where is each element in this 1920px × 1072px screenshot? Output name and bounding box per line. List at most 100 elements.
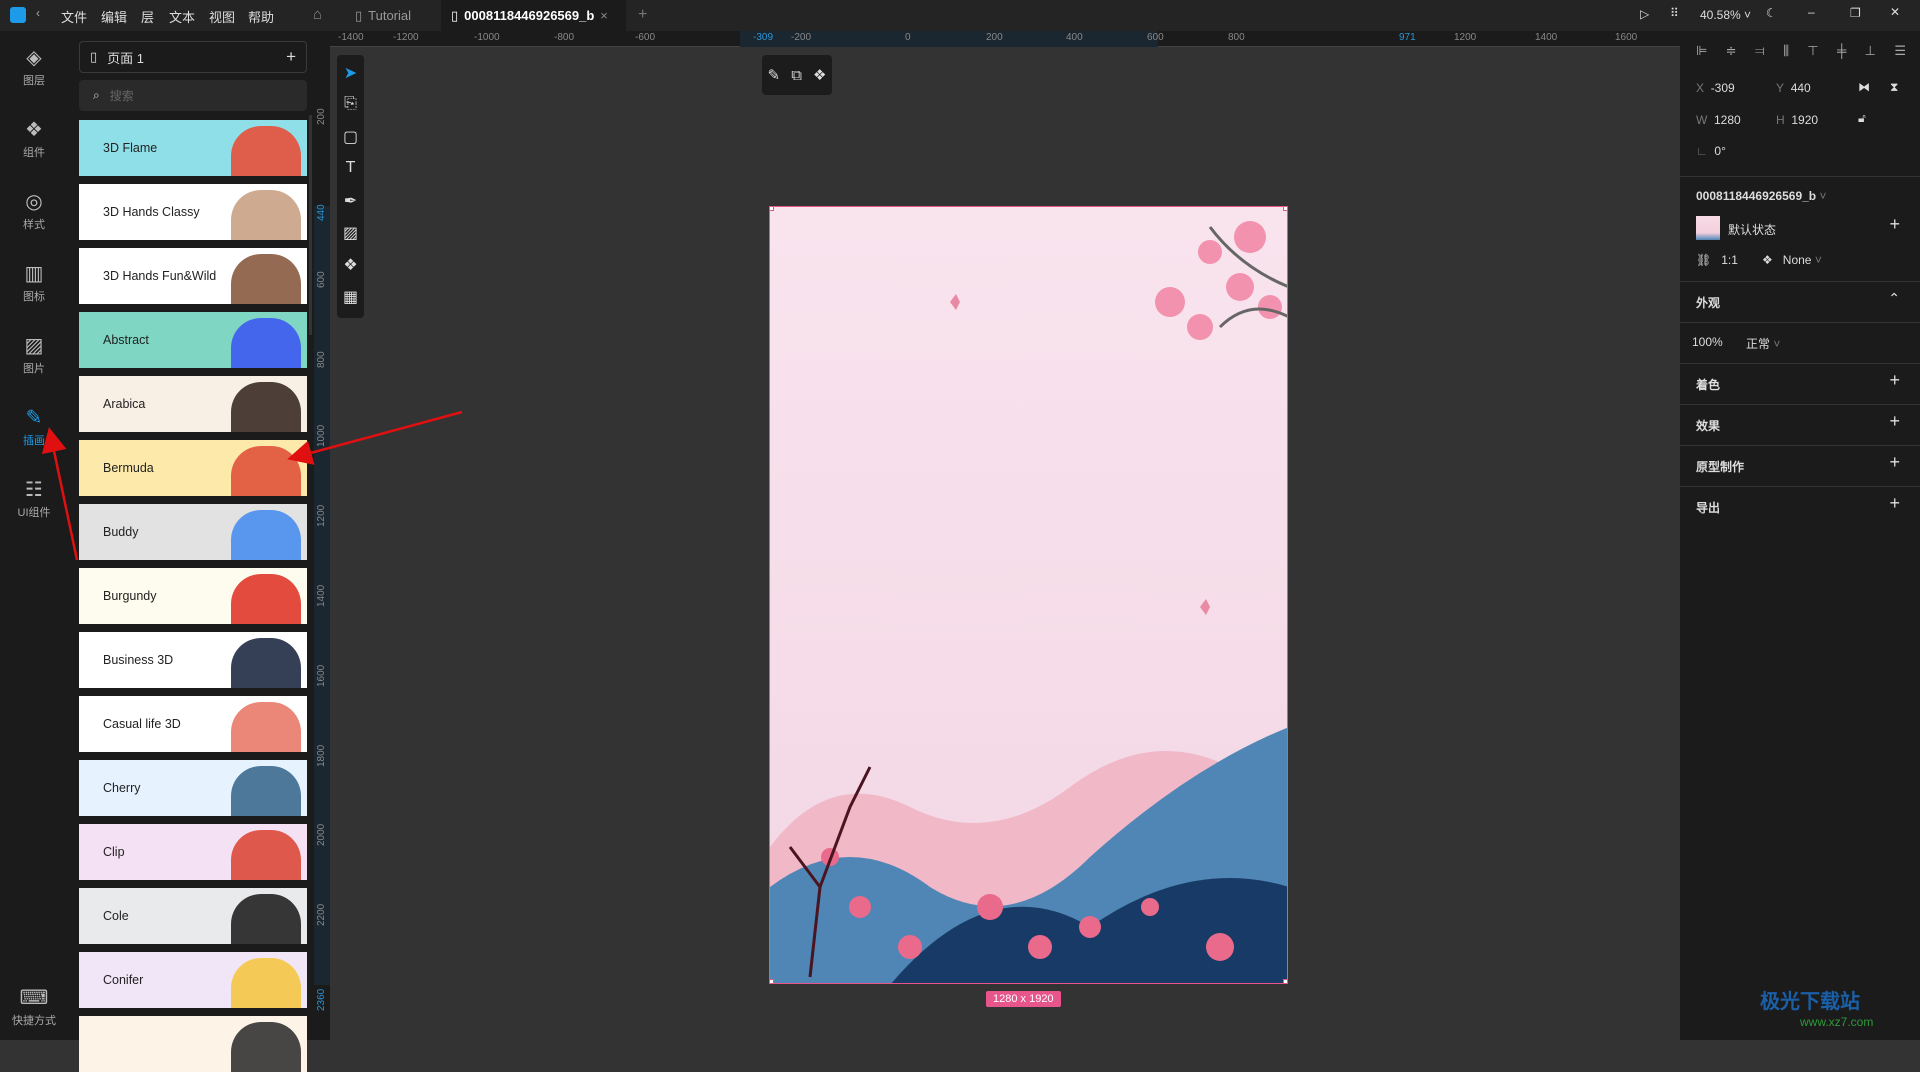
nav-styles[interactable]: ◎ 样式 [0, 189, 68, 232]
vertical-ruler: 200 440 600 800 1000 1200 1400 1600 1800 2000 2200… [314, 31, 330, 1040]
nav-illustration[interactable]: ✎ 插画 [0, 405, 68, 448]
minimize-button[interactable]: – [1808, 5, 1815, 19]
theme-moon-icon[interactable]: ☾ [1766, 6, 1777, 20]
library-card[interactable]: Conifer [79, 952, 307, 1008]
flip-vertical-icon[interactable]: ⧗ [1890, 80, 1898, 95]
distribute-v-icon[interactable]: ☰ [1894, 43, 1906, 59]
height-field[interactable]: 1920 [1791, 113, 1818, 127]
width-field[interactable]: 1280 [1714, 113, 1741, 127]
resize-handle[interactable] [770, 979, 774, 983]
fill-section: 着色 [1696, 378, 1721, 392]
rotation-field[interactable]: 0° [1714, 144, 1725, 158]
tab-document[interactable]: ▯ 0008118446926569_b × [441, 0, 626, 31]
constraint-dropdown[interactable]: None [1783, 253, 1812, 267]
state-label[interactable]: 默认状态 [1728, 221, 1776, 238]
appearance-section[interactable]: 外观 [1696, 294, 1720, 311]
library-card[interactable]: Abstract [79, 312, 307, 368]
library-card[interactable]: Cole [79, 888, 307, 944]
library-card[interactable]: Clip [79, 824, 307, 880]
nav-layers[interactable]: ◈ 图层 [0, 45, 68, 88]
search-input[interactable]: ⌕ 搜索 [79, 80, 307, 111]
library-card[interactable]: Burgundy [79, 568, 307, 624]
align-left-icon[interactable]: ⊫ [1696, 43, 1707, 59]
crop-frame-icon[interactable]: ⧉ [791, 67, 802, 84]
add-export-button[interactable]: + [1889, 493, 1900, 514]
blend-mode-dropdown[interactable]: 正常 [1746, 337, 1770, 351]
x-field[interactable]: -309 [1711, 81, 1735, 95]
align-bottom-icon[interactable]: ⊥ [1865, 43, 1876, 59]
text-tool-icon[interactable]: T [337, 159, 364, 177]
align-center-v-icon[interactable]: ╪ [1837, 43, 1846, 59]
library-card[interactable]: 3D Hands Fun&Wild [79, 248, 307, 304]
image-tool-icon[interactable]: ▨ [337, 223, 364, 243]
align-right-icon[interactable]: ⫤ [1755, 43, 1765, 59]
ui-components-icon: ☷ [25, 479, 43, 501]
library-card[interactable]: Business 3D [79, 632, 307, 688]
menu-text[interactable]: 文本 [169, 7, 195, 26]
menu-help[interactable]: 帮助 [248, 7, 274, 26]
library-card[interactable] [79, 1016, 307, 1072]
ruler-label: -200 [791, 32, 812, 43]
nav-components[interactable]: ❖ 组件 [0, 117, 68, 160]
component-icon[interactable]: ❖ [813, 66, 826, 84]
library-card[interactable]: Bermuda [79, 440, 307, 496]
add-page-button[interactable]: + [286, 47, 296, 67]
panel-scrollbar[interactable] [309, 115, 312, 335]
zoom-level[interactable]: 40.58% ˅ [1700, 8, 1751, 22]
nav-ui-components[interactable]: ☷ UI组件 [0, 477, 68, 520]
menu-view[interactable]: 视图 [209, 7, 235, 26]
back-icon[interactable]: ‹ [36, 6, 40, 20]
ruler-label: -1200 [393, 32, 419, 43]
collapse-chevron-icon[interactable]: ⌃ [1888, 290, 1900, 307]
close-tab-icon[interactable]: × [600, 8, 608, 23]
add-state-button[interactable]: + [1889, 214, 1900, 235]
library-card[interactable]: Cherry [79, 760, 307, 816]
add-effect-button[interactable]: + [1889, 411, 1900, 432]
pen-tool-icon[interactable]: ✒ [337, 191, 364, 211]
nav-image[interactable]: ▨ 图片 [0, 333, 68, 376]
plugins-grid-icon[interactable]: ▦ [337, 287, 364, 307]
align-top-icon[interactable]: ⊤ [1807, 43, 1818, 59]
ratio-value[interactable]: 1:1 [1721, 253, 1738, 267]
home-icon[interactable]: ⌂ [313, 6, 322, 23]
menu-file[interactable]: 文件 [61, 7, 87, 26]
resize-handle[interactable] [770, 207, 774, 211]
align-center-h-icon[interactable]: ≑ [1726, 43, 1737, 59]
y-field[interactable]: 440 [1791, 81, 1811, 95]
flip-horizontal-icon[interactable]: ⧓ [1858, 80, 1870, 94]
rectangle-tool-icon[interactable]: ▢ [337, 127, 364, 147]
grid-icon[interactable]: ⠿ [1670, 6, 1679, 20]
frame-tool-icon[interactable]: ⎘ [337, 95, 364, 113]
link-icon[interactable]: ⛓ [1696, 253, 1711, 267]
library-thumbnail [231, 510, 301, 560]
restore-button[interactable]: ❐ [1850, 6, 1861, 20]
select-tool-icon[interactable]: ➤ [337, 63, 364, 83]
nav-icons[interactable]: ▥ 图标 [0, 261, 68, 304]
brush-icon[interactable]: ✎ [768, 66, 781, 84]
tab-tutorial[interactable]: ▯ Tutorial [345, 0, 421, 31]
menu-layer[interactable]: 层 [141, 7, 154, 26]
library-card[interactable]: Arabica [79, 376, 307, 432]
resize-handle[interactable] [1283, 207, 1287, 211]
watermark-logo: 极光下载站 [1760, 991, 1860, 1013]
page-selector[interactable]: ▯ 页面 1 + [79, 41, 307, 73]
lock-ratio-icon[interactable]: 🔓︎ [1858, 111, 1866, 126]
close-button[interactable]: ✕ [1890, 5, 1900, 19]
resize-handle[interactable] [1283, 979, 1287, 983]
layer-name-dropdown[interactable]: 0008118446926569_b ˅ [1696, 189, 1826, 203]
library-card[interactable]: 3D Hands Classy [79, 184, 307, 240]
add-fill-button[interactable]: + [1889, 370, 1900, 391]
new-tab-button[interactable]: + [638, 6, 647, 24]
component-tool-icon[interactable]: ❖ [337, 255, 364, 275]
distribute-h-icon[interactable]: ⫼ [1783, 43, 1789, 59]
library-name: 3D Flame [103, 141, 158, 155]
add-prototype-button[interactable]: + [1889, 452, 1900, 473]
library-card[interactable]: Casual life 3D [79, 696, 307, 752]
play-icon[interactable]: ▷ [1640, 7, 1649, 21]
menu-edit[interactable]: 编辑 [101, 7, 127, 26]
library-card[interactable]: 3D Flame [79, 120, 307, 176]
library-card[interactable]: Buddy [79, 504, 307, 560]
opacity-field[interactable]: 100% [1692, 335, 1723, 349]
artboard-image[interactable] [769, 206, 1288, 984]
shortcuts-button[interactable]: ⌨ 快捷方式 [0, 985, 68, 1028]
